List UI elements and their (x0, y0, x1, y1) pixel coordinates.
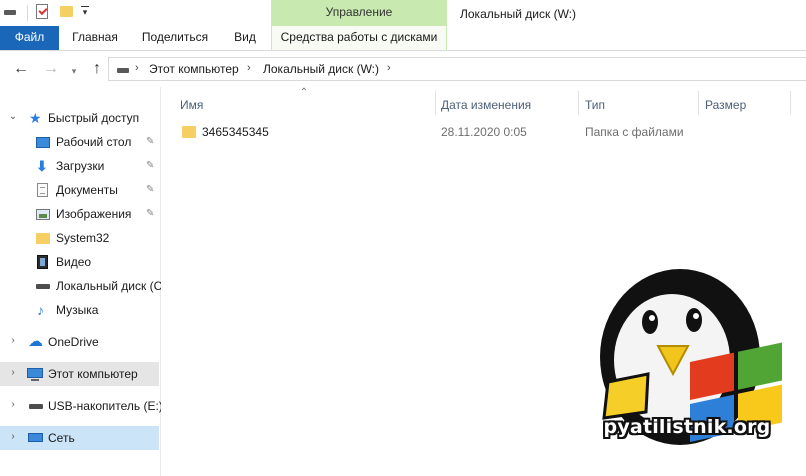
folder-icon (182, 126, 196, 138)
usb-drive-icon (29, 404, 43, 409)
tree-item-network[interactable]: › Сеть (0, 426, 159, 450)
chevron-right-icon[interactable]: › (8, 431, 18, 442)
forward-arrow-icon[interactable]: → (42, 61, 60, 77)
drive-icon (117, 68, 129, 73)
tab-share[interactable]: Поделиться (134, 26, 216, 50)
network-icon (28, 433, 43, 442)
pin-icon[interactable]: ✎ (146, 184, 154, 195)
watermark-text: pyatilistnik.org (603, 416, 771, 438)
breadcrumb-separator[interactable]: › (387, 62, 391, 74)
breadcrumb-separator[interactable]: › (135, 62, 139, 74)
tree-item-music[interactable]: ♪ Музыка (0, 298, 159, 322)
tree-item-label: Изображения (56, 207, 132, 221)
tree-item-onedrive[interactable]: › ☁ OneDrive (0, 330, 159, 354)
window-title: Локальный диск (W:) (460, 7, 577, 21)
tree-item-label: Быстрый доступ (48, 111, 140, 125)
documents-icon (37, 183, 48, 197)
tab-view[interactable]: Вид (224, 26, 266, 50)
toolbar-divider (27, 5, 28, 21)
breadcrumb-local-disk[interactable]: Локальный диск (W:) (263, 62, 379, 76)
tree-item-quick-access[interactable]: ⌄ ★ Быстрый доступ (0, 106, 159, 130)
tree-item-label: Документы (56, 183, 118, 197)
up-arrow-icon[interactable]: ↑ (88, 61, 106, 77)
tree-item-label: Музыка (56, 303, 99, 317)
tab-home[interactable]: Главная (64, 26, 126, 50)
tree-item-label: USB-накопитель (E:) (48, 399, 163, 413)
context-group-label: Управление (271, 0, 447, 26)
column-header-date[interactable]: Дата изменения (435, 96, 577, 116)
recent-locations-chevron-icon[interactable]: ▾ (68, 63, 80, 79)
column-divider[interactable] (790, 91, 791, 115)
tree-item-label: Загрузки (56, 159, 105, 173)
chevron-right-icon[interactable]: › (8, 399, 18, 410)
pin-icon[interactable]: ✎ (146, 136, 154, 147)
chevron-right-icon[interactable]: › (8, 335, 18, 346)
file-type: Папка с файлами (585, 125, 684, 139)
folder-icon (36, 233, 50, 244)
video-icon (37, 255, 48, 269)
cloud-icon: ☁ (28, 333, 43, 350)
new-folder-icon[interactable] (60, 6, 73, 17)
computer-icon (27, 368, 43, 381)
chevron-right-icon[interactable]: › (8, 367, 18, 378)
chevron-down-icon[interactable]: ⌄ (8, 111, 18, 122)
penguin-logo (600, 269, 782, 445)
tree-item-desktop[interactable]: Рабочий стол ✎ (0, 130, 159, 154)
column-header-type[interactable]: Тип (579, 96, 697, 116)
address-bar[interactable]: › Этот компьютер › Локальный диск (W:) › (108, 57, 806, 81)
tree-item-label: Локальный диск (C (56, 279, 163, 293)
tree-item-label: System32 (56, 231, 110, 245)
file-date: 28.11.2020 0:05 (441, 125, 527, 139)
address-row: ← → ▾ ↑ › Этот компьютер › Локальный дис… (0, 51, 806, 87)
tree-item-label: Этот компьютер (48, 367, 138, 381)
tree-item-documents[interactable]: Документы ✎ (0, 178, 159, 202)
back-arrow-icon[interactable]: ← (12, 61, 30, 77)
drive-icon[interactable] (4, 10, 16, 15)
tree-item-downloads[interactable]: ⬇ Загрузки ✎ (0, 154, 159, 178)
star-icon: ★ (29, 110, 42, 126)
tree-item-label: Рабочий стол (56, 135, 132, 149)
file-name: 3465345345 (202, 125, 269, 139)
tab-disk-tools[interactable]: Средства работы с дисками (271, 26, 447, 50)
tree-item-pictures[interactable]: Изображения ✎ (0, 202, 159, 226)
customize-dropdown-icon[interactable]: ▾ (80, 6, 90, 18)
tree-item-system32[interactable]: System32 (0, 226, 159, 250)
ribbon-tabs: Файл Главная Поделиться Вид Средства раб… (0, 26, 806, 51)
file-row[interactable]: 3465345345 28.11.2020 0:05 Папка с файла… (174, 122, 794, 144)
tree-item-label: Видео (56, 255, 92, 269)
download-icon: ⬇ (36, 158, 48, 174)
desktop-icon (36, 137, 50, 148)
tree-item-label: OneDrive (48, 335, 99, 349)
breadcrumb-separator[interactable]: › (247, 62, 251, 74)
pictures-icon (36, 209, 50, 220)
pin-icon[interactable]: ✎ (146, 160, 154, 171)
breadcrumb-this-pc[interactable]: Этот компьютер (149, 62, 239, 76)
properties-icon[interactable] (36, 4, 48, 19)
tree-item-usb-drive[interactable]: › USB-накопитель (E:) (0, 394, 162, 418)
tree-item-this-pc[interactable]: › Этот компьютер (0, 362, 159, 386)
column-header-name[interactable]: Имя (174, 96, 436, 116)
pin-icon[interactable]: ✎ (146, 208, 154, 219)
tree-item-video[interactable]: Видео (0, 250, 159, 274)
column-header-size[interactable]: Размер (699, 96, 789, 116)
tab-file[interactable]: Файл (0, 26, 59, 50)
tree-item-local-disk-c[interactable]: Локальный диск (C (0, 274, 163, 298)
drive-icon (36, 284, 50, 289)
navigation-pane: ⌄ ★ Быстрый доступ Рабочий стол ✎ ⬇ Загр… (0, 87, 163, 476)
music-icon: ♪ (37, 302, 44, 318)
tree-item-label: Сеть (48, 431, 75, 445)
